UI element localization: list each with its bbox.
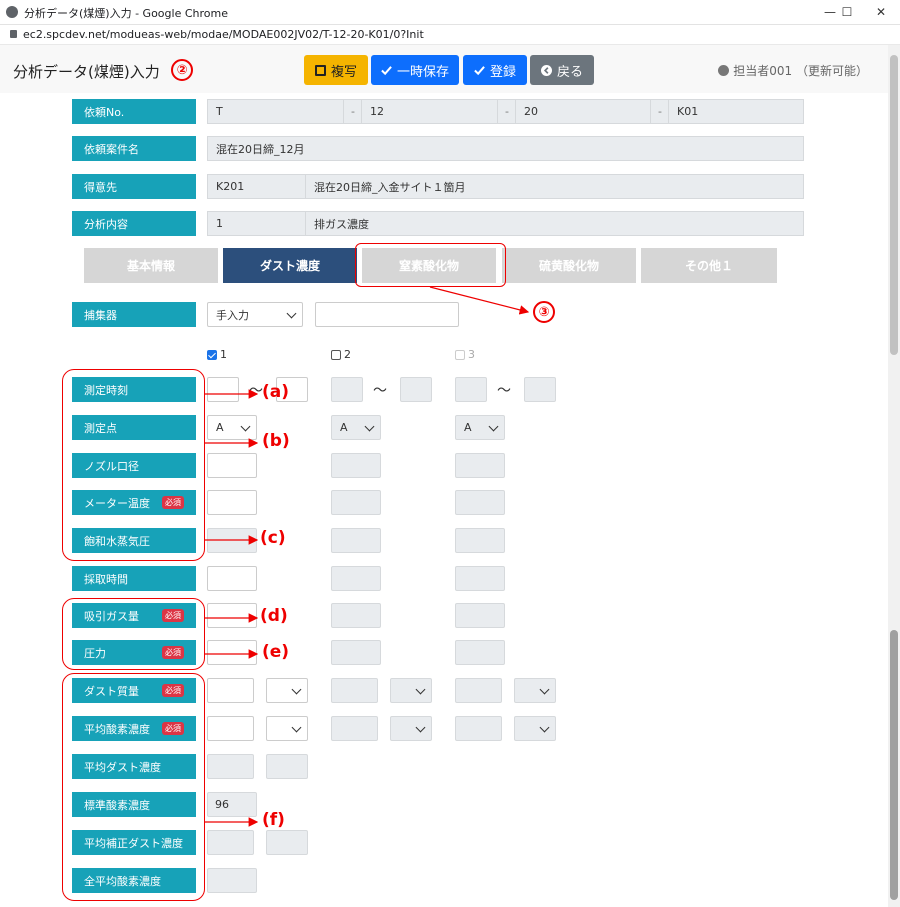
annotation-arrows (205, 286, 530, 827)
annotation-a: (a) (262, 382, 290, 402)
annotation-marker-3: ③ (533, 301, 555, 323)
annotation-e: (e) (262, 642, 290, 662)
annotation-marker-2: ② (171, 59, 193, 81)
annotation-c: (c) (260, 528, 286, 548)
annotation-b: (b) (262, 431, 290, 451)
annotation-d: (d) (260, 606, 288, 626)
annotation-f: (f) (262, 810, 285, 830)
